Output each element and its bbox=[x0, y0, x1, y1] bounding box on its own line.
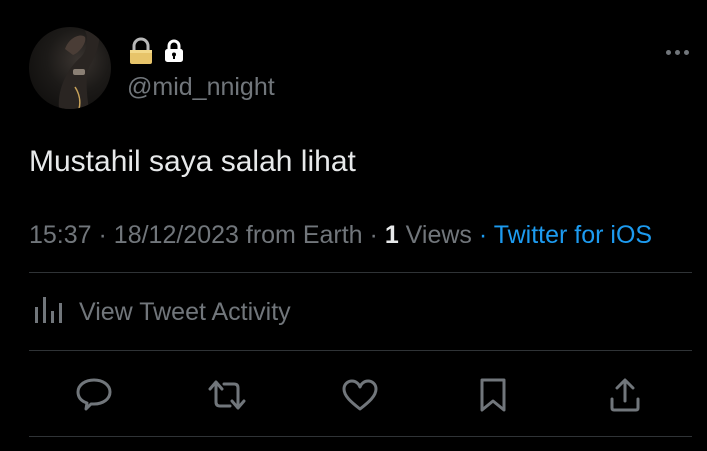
share-icon[interactable] bbox=[604, 374, 646, 416]
separator: · bbox=[369, 221, 378, 249]
view-tweet-activity-link[interactable]: View Tweet Activity bbox=[33, 296, 291, 328]
divider bbox=[29, 436, 692, 437]
views-count: 1 bbox=[384, 221, 399, 249]
separator: · bbox=[98, 221, 107, 249]
tweet-metadata: 15:37 · 18/12/2023 from Earth · 1 Views … bbox=[29, 219, 652, 251]
client-link[interactable]: Twitter for iOS bbox=[494, 221, 652, 249]
divider bbox=[29, 272, 692, 273]
avatar[interactable] bbox=[29, 27, 111, 109]
separator: · bbox=[478, 221, 488, 249]
more-options-icon[interactable] bbox=[666, 46, 694, 58]
tweet-actions-bar bbox=[0, 370, 707, 420]
tweet-text: Mustahil saya salah lihat bbox=[29, 145, 356, 178]
tweet-time[interactable]: 15:37 bbox=[29, 221, 92, 249]
display-name[interactable] bbox=[128, 37, 184, 65]
analytics-icon bbox=[33, 293, 65, 332]
reply-icon[interactable] bbox=[73, 374, 115, 416]
tweet-date[interactable]: 18/12/2023 bbox=[114, 221, 239, 249]
retweet-icon[interactable] bbox=[206, 374, 248, 416]
bookmark-icon[interactable] bbox=[472, 374, 514, 416]
divider bbox=[29, 350, 692, 351]
activity-label: View Tweet Activity bbox=[79, 297, 291, 326]
lock-icon bbox=[164, 39, 184, 63]
tweet-location: from Earth bbox=[245, 221, 363, 249]
views-label: Views bbox=[405, 221, 472, 249]
locked-padlock-emoji-icon bbox=[128, 37, 154, 65]
user-handle[interactable]: @mid_nnight bbox=[127, 72, 275, 102]
like-icon[interactable] bbox=[339, 374, 381, 416]
